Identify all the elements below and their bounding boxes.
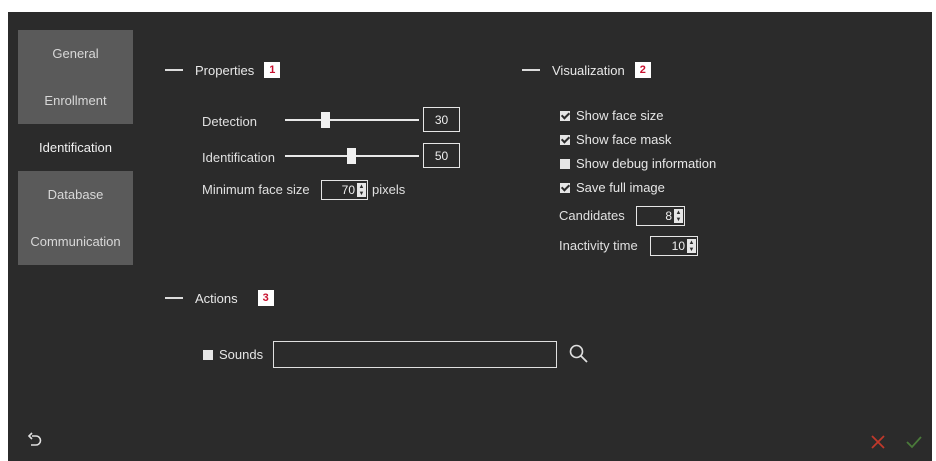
min-face-size-value: 70 [341, 183, 355, 197]
sounds-file-input[interactable] [273, 341, 557, 368]
stepper-arrows-icon[interactable]: ▲ ▼ [357, 183, 366, 197]
sounds-label: Sounds [219, 347, 264, 362]
search-icon[interactable] [568, 343, 590, 365]
identification-slider[interactable] [285, 148, 419, 164]
show-face-size-label: Show face size [576, 108, 664, 123]
detection-label: Detection [202, 114, 257, 129]
detection-slider-track [285, 119, 419, 121]
sidebar-item-identification[interactable]: Identification [18, 124, 133, 171]
save-full-image-label: Save full image [576, 180, 665, 195]
detection-slider[interactable] [285, 112, 419, 128]
sidebar: General Enrollment Identification Databa… [18, 30, 133, 265]
sidebar-item-database[interactable]: Database [18, 171, 133, 218]
collapse-dash-icon [165, 297, 183, 299]
stepper-arrows-icon[interactable]: ▲ ▼ [687, 239, 696, 253]
inactivity-time-stepper[interactable]: 10 ▲ ▼ [650, 236, 698, 256]
stepper-arrows-icon[interactable]: ▲ ▼ [674, 209, 683, 223]
checkbox-unchecked-icon [203, 349, 213, 360]
show-face-mask-label: Show face mask [576, 132, 672, 147]
visualization-section-header[interactable]: Visualization 2 [522, 62, 651, 78]
sidebar-item-enrollment[interactable]: Enrollment [18, 77, 133, 124]
candidates-value: 8 [665, 209, 672, 223]
inactivity-time-value: 10 [671, 239, 685, 253]
actions-badge: 3 [257, 290, 274, 306]
checkbox-checked-icon [560, 134, 570, 145]
identification-slider-thumb[interactable] [347, 148, 356, 164]
min-face-size-label: Minimum face size [202, 182, 310, 197]
candidates-label: Candidates [559, 208, 625, 223]
show-debug-label: Show debug information [576, 156, 717, 171]
check-icon[interactable] [905, 433, 923, 451]
properties-section-header[interactable]: Properties 1 [165, 62, 281, 78]
collapse-dash-icon [165, 69, 183, 71]
min-face-size-stepper[interactable]: 70 ▲ ▼ [321, 180, 368, 200]
min-face-size-unit: pixels [372, 182, 406, 197]
checkbox-checked-icon [560, 182, 570, 193]
visualization-badge: 2 [634, 62, 651, 78]
collapse-dash-icon [522, 69, 540, 71]
actions-title: Actions [195, 290, 238, 306]
sounds-checkbox[interactable]: Sounds [203, 347, 263, 362]
undo-icon[interactable] [26, 432, 44, 450]
visualization-title: Visualization [552, 62, 625, 78]
detection-slider-thumb[interactable] [321, 112, 330, 128]
checkbox-unchecked-icon [560, 158, 570, 169]
detection-value-field[interactable]: 30 [423, 107, 460, 132]
properties-title: Properties [195, 62, 255, 78]
show-face-size-checkbox[interactable]: Show face size [560, 108, 663, 123]
properties-badge: 1 [264, 62, 281, 78]
close-icon[interactable] [870, 434, 886, 450]
checkbox-checked-icon [560, 110, 570, 121]
actions-section-header[interactable]: Actions 3 [165, 290, 274, 306]
show-face-mask-checkbox[interactable]: Show face mask [560, 132, 671, 147]
candidates-stepper[interactable]: 8 ▲ ▼ [636, 206, 685, 226]
show-debug-checkbox[interactable]: Show debug information [560, 156, 716, 171]
identification-label: Identification [202, 150, 275, 165]
sidebar-item-communication[interactable]: Communication [18, 218, 133, 265]
identification-value-field[interactable]: 50 [423, 143, 460, 168]
save-full-image-checkbox[interactable]: Save full image [560, 180, 665, 195]
sidebar-item-general[interactable]: General [18, 30, 133, 77]
inactivity-time-label: Inactivity time [559, 238, 638, 253]
settings-panel: General Enrollment Identification Databa… [8, 12, 932, 461]
